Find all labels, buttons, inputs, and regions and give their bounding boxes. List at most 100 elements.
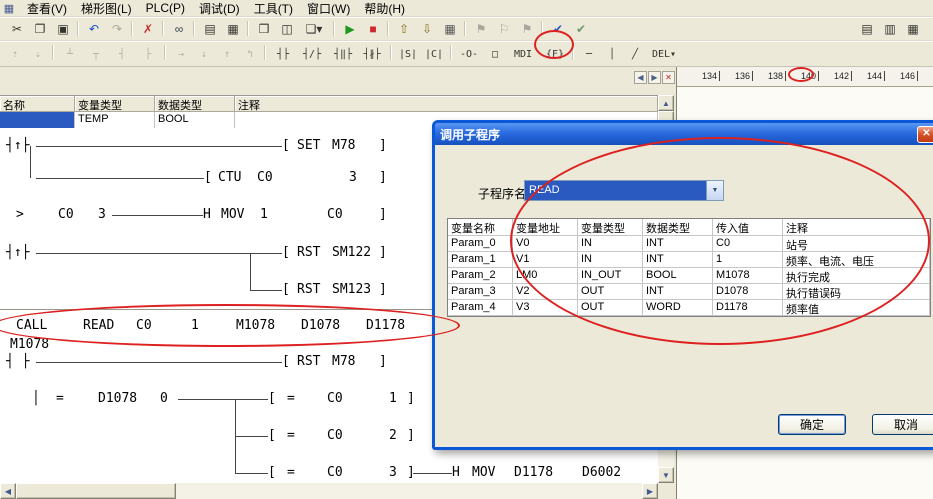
ladder-text[interactable]: 1 <box>191 319 199 333</box>
reset-coil-button[interactable]: |C| <box>422 44 446 64</box>
param-cell-r0-c0[interactable]: Param_0 <box>448 236 513 252</box>
print-preview-button[interactable]: ▤ <box>199 19 221 39</box>
contact-open-button[interactable]: ┤├ <box>270 44 296 64</box>
variable-cell-1[interactable]: TEMP <box>75 112 155 129</box>
set-coil-button[interactable]: |S| <box>396 44 420 64</box>
ladder-text[interactable]: C0 <box>327 392 343 406</box>
horizontal-scrollbar[interactable]: ◀ ▶ <box>0 483 658 499</box>
ladder-text[interactable]: D6002 <box>582 466 621 480</box>
function-box-button[interactable]: □ <box>484 44 506 64</box>
param-cell-r4-c3[interactable]: WORD <box>643 300 713 316</box>
junction-up-button[interactable]: ┴ <box>58 44 82 64</box>
ladder-text[interactable]: RST <box>297 283 320 297</box>
menu-item-2[interactable]: PLC(P) <box>139 0 192 16</box>
ladder-text[interactable]: C0 <box>327 208 343 222</box>
variable-cell-0[interactable] <box>0 112 75 129</box>
ladder-text[interactable]: RST <box>297 246 320 260</box>
ladder-text[interactable]: RST <box>297 355 320 369</box>
ladder-text[interactable]: ] <box>379 283 387 297</box>
ladder-text[interactable]: C0 <box>58 208 74 222</box>
ladder-text[interactable]: D1078 <box>301 319 340 333</box>
ladder-text[interactable]: 1 <box>260 208 268 222</box>
ladder-text[interactable]: [ <box>282 283 290 297</box>
ladder-text[interactable]: SM122 <box>332 246 371 260</box>
ladder-text[interactable]: [ <box>204 171 212 185</box>
delete-tool-dropdown-button[interactable]: DEL▾ <box>647 44 681 64</box>
ok-button[interactable]: 确定 <box>778 414 846 435</box>
scroll-tabs-right-button[interactable]: ▶ <box>648 71 661 84</box>
print-button[interactable]: ▦ <box>222 19 244 39</box>
options-grid-button[interactable]: ▦ <box>439 19 461 39</box>
f-symbol-button[interactable]: {F} <box>542 44 568 64</box>
ladder-text[interactable]: ] <box>379 355 387 369</box>
cascade-windows-button[interactable]: ❒ <box>253 19 275 39</box>
contact-label[interactable]: M1078 <box>10 338 49 352</box>
ladder-text[interactable]: D1178 <box>514 466 553 480</box>
ladder-text[interactable]: = <box>287 466 295 480</box>
line-up-button[interactable]: ↑ <box>216 44 238 64</box>
param-cell-r2-c0[interactable]: Param_2 <box>448 268 513 284</box>
syntax-check-button[interactable]: ✔ <box>570 19 592 39</box>
subroutine-name-combobox[interactable]: READ ▼ <box>524 180 724 201</box>
param-cell-r2-c2[interactable]: IN_OUT <box>578 268 643 284</box>
ladder-text[interactable]: C0 <box>327 429 343 443</box>
tile-windows-button[interactable]: ◫ <box>276 19 298 39</box>
ladder-text[interactable]: [ <box>282 139 290 153</box>
copy-button[interactable]: ❐ <box>29 19 51 39</box>
param-cell-r3-c4[interactable]: D1078 <box>713 284 783 300</box>
param-cell-r1-c0[interactable]: Param_1 <box>448 252 513 268</box>
ladder-text[interactable]: ] <box>379 171 387 185</box>
ladder-text[interactable]: C0 <box>327 466 343 480</box>
data-block-button[interactable]: ▦ <box>902 19 924 39</box>
contact-rising-edge[interactable]: ┤↑├ <box>6 139 29 153</box>
param-cell-r2-c1[interactable]: LM0 <box>513 268 578 284</box>
goto-next-button[interactable]: ⇣ <box>27 44 49 64</box>
scroll-tabs-left-button[interactable]: ◀ <box>634 71 647 84</box>
view-dropdown-button[interactable]: ❏▾ <box>299 19 329 39</box>
ladder-text[interactable]: 0 <box>160 392 168 406</box>
diagonal-line-button[interactable]: ╱ <box>624 44 646 64</box>
ladder-text[interactable]: 2 <box>389 429 397 443</box>
dialog-close-button[interactable]: ✕ <box>917 126 933 143</box>
call-subroutine-name[interactable]: READ <box>83 319 114 333</box>
param-cell-r2-c5[interactable]: 执行完成 <box>783 268 930 284</box>
ladder-text[interactable]: M78 <box>332 139 355 153</box>
contact-rising-edge[interactable]: ┤↑├ <box>6 246 29 260</box>
param-cell-r2-c4[interactable]: M1078 <box>713 268 783 284</box>
status-chart-button[interactable]: ▥ <box>879 19 901 39</box>
param-cell-r0-c3[interactable]: INT <box>643 236 713 252</box>
close-editor-button[interactable]: ✕ <box>662 71 675 84</box>
ladder-text[interactable]: ] <box>379 208 387 222</box>
compile-check-button[interactable]: ✔ <box>547 19 569 39</box>
find-button[interactable]: ∞ <box>168 19 190 39</box>
param-cell-r1-c3[interactable]: INT <box>643 252 713 268</box>
ladder-text[interactable]: CTU <box>218 171 241 185</box>
variable-cell-2[interactable]: BOOL <box>155 112 235 129</box>
param-cell-r0-c2[interactable]: IN <box>578 236 643 252</box>
contact-open[interactable]: ┤ ├ <box>6 355 29 369</box>
menu-item-6[interactable]: 帮助(H) <box>357 0 412 18</box>
ladder-text[interactable]: 3 <box>389 466 397 480</box>
redo-button[interactable]: ↷ <box>106 19 128 39</box>
download-button[interactable]: ⇩ <box>416 19 438 39</box>
param-cell-r4-c2[interactable]: OUT <box>578 300 643 316</box>
ladder-text[interactable]: D1078 <box>98 392 137 406</box>
cut-button[interactable]: ✂ <box>6 19 28 39</box>
param-cell-r0-c5[interactable]: 站号 <box>783 236 930 252</box>
ladder-text[interactable]: ] <box>407 429 415 443</box>
param-cell-r3-c1[interactable]: V2 <box>513 284 578 300</box>
param-cell-r0-c4[interactable]: C0 <box>713 236 783 252</box>
param-cell-r3-c5[interactable]: 执行错误码 <box>783 284 930 300</box>
contact-closed-button[interactable]: ┤/├ <box>298 44 326 64</box>
contact-immediate-open-button[interactable]: ┤‖├ <box>330 44 356 64</box>
ladder-text[interactable]: > <box>16 208 24 222</box>
ladder-text[interactable]: ] <box>379 139 387 153</box>
ladder-text[interactable]: 1 <box>389 392 397 406</box>
ladder-text[interactable]: H <box>203 208 211 222</box>
ladder-text[interactable]: = <box>287 429 295 443</box>
ladder-text[interactable]: 3 <box>98 208 106 222</box>
junction-left-button[interactable]: ┤ <box>110 44 134 64</box>
ladder-text[interactable]: │ <box>32 392 40 406</box>
param-cell-r1-c2[interactable]: IN <box>578 252 643 268</box>
menu-item-3[interactable]: 调试(D) <box>192 0 247 18</box>
